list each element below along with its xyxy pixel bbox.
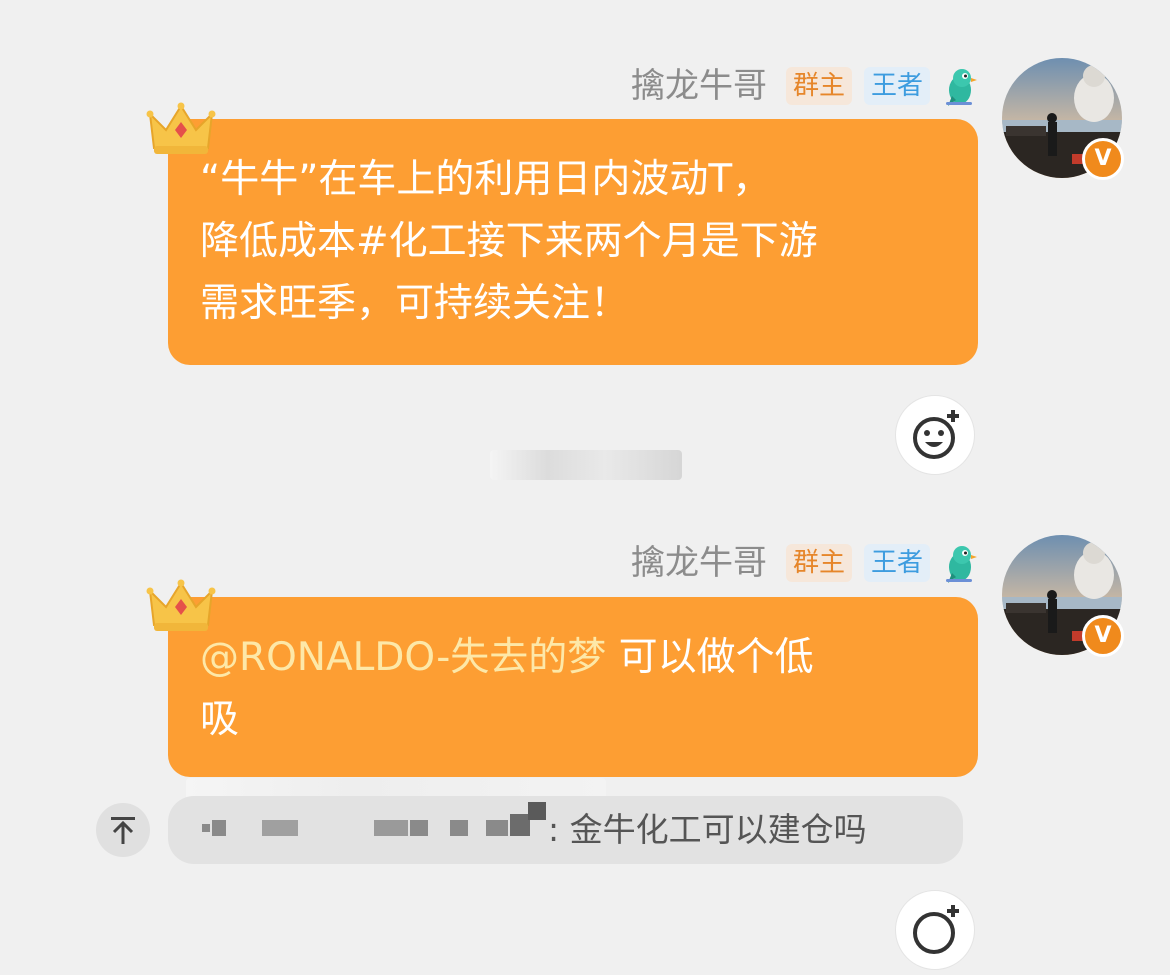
- message-text-line: @RONALDO-失去的梦 可以做个低: [200, 627, 948, 689]
- add-emoji-icon: [913, 905, 959, 954]
- quoted-message[interactable]: : 金牛化工可以建仓吗: [168, 796, 963, 864]
- message-text-line: “牛牛”在车上的利用日内波动T，: [200, 157, 772, 202]
- redacted-username: [262, 820, 298, 836]
- quoted-text: : 金牛化工可以建仓吗: [548, 810, 867, 849]
- rank-badge: 王者: [864, 544, 931, 582]
- message-text-line: 降低成本#化工接下来两个月是下游: [200, 219, 818, 264]
- group-owner-badge: 群主: [786, 67, 853, 105]
- message-text-line: 需求旺季，可持续关注！: [200, 281, 630, 326]
- message-text: 可以做个低: [606, 635, 814, 680]
- scroll-up-button[interactable]: [96, 803, 150, 857]
- message-bubble[interactable]: “牛牛”在车上的利用日内波动T， 降低成本#化工接下来两个月是下游 需求旺季，可…: [168, 119, 978, 365]
- redacted-username: [486, 820, 508, 836]
- redacted-username: [528, 802, 546, 820]
- redacted-username: [450, 820, 468, 836]
- arrow-up-icon: [111, 817, 135, 844]
- crown-icon: [146, 579, 216, 631]
- bird-icon: [946, 69, 977, 106]
- chat-screen: { "messages": [ { "sender": "擒龙牛哥", "bad…: [0, 0, 1170, 970]
- verified-v-icon: V: [1082, 615, 1124, 657]
- redacted-username: [510, 814, 530, 836]
- group-owner-badge: 群主: [786, 544, 853, 582]
- bird-icon: [946, 546, 977, 583]
- verified-v-icon: V: [1082, 138, 1124, 180]
- redacted-username: [202, 824, 210, 832]
- redacted-username: [410, 820, 428, 836]
- redacted-timestamp: [490, 450, 682, 480]
- redacted-username: [212, 820, 226, 836]
- sender-name[interactable]: 擒龙牛哥: [631, 66, 767, 106]
- message-bubble[interactable]: @RONALDO-失去的梦 可以做个低 吸: [168, 597, 978, 777]
- message-text-line: 吸: [200, 697, 240, 742]
- add-reaction-button[interactable]: [895, 395, 975, 475]
- sender-name[interactable]: 擒龙牛哥: [631, 543, 767, 583]
- crown-icon: [146, 102, 216, 154]
- rank-badge: 王者: [864, 67, 931, 105]
- add-emoji-icon: [913, 410, 959, 459]
- add-reaction-button[interactable]: [895, 890, 975, 970]
- mention-link[interactable]: @RONALDO-失去的梦: [200, 635, 606, 680]
- redacted-username: [374, 820, 408, 836]
